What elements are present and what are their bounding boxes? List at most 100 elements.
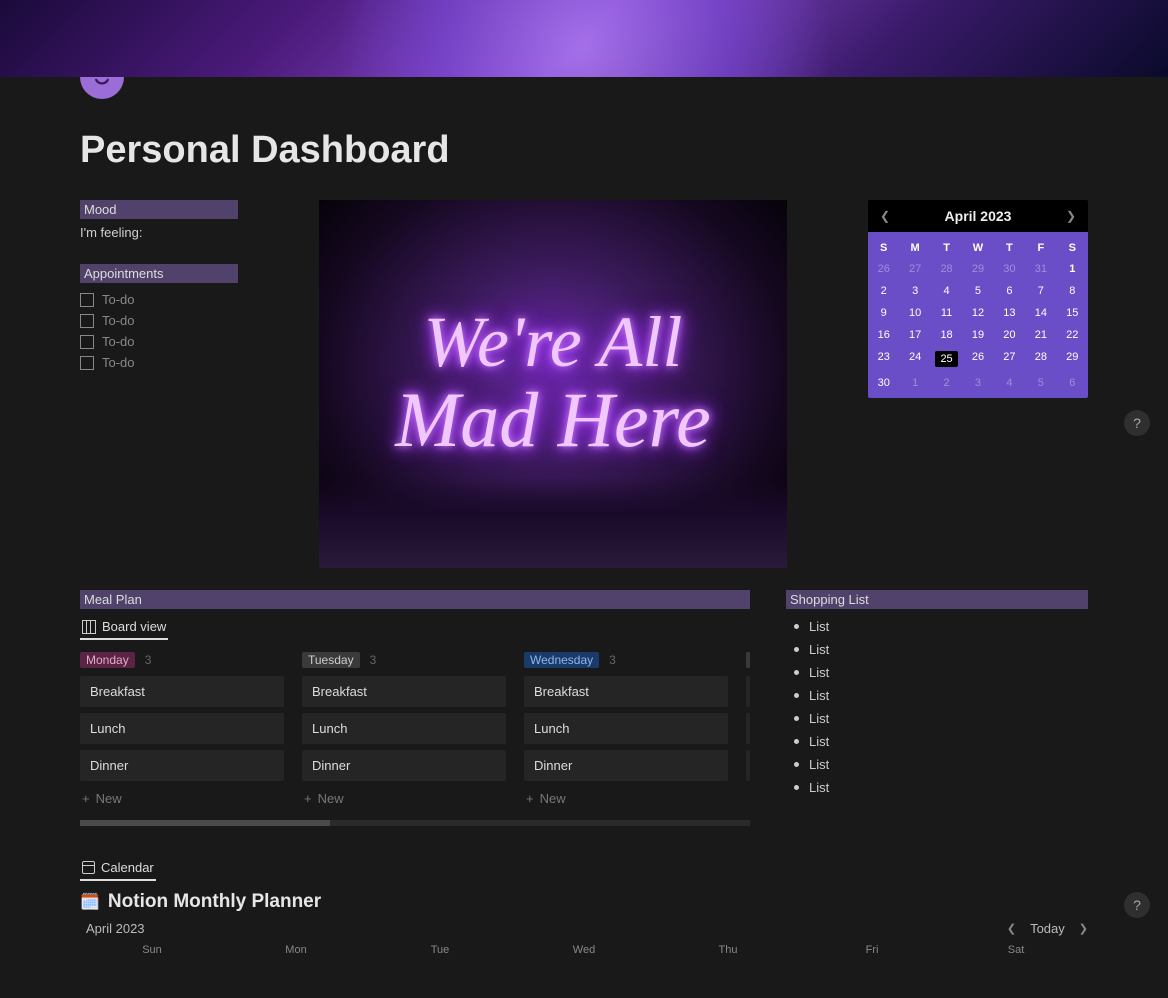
cal-day[interactable]: 30 [994,258,1025,280]
help-button[interactable]: ? [1124,410,1150,436]
todo-item[interactable]: To-do [80,289,238,310]
shopping-item[interactable]: List [786,615,1088,638]
cal-day[interactable]: 26 [868,258,899,280]
checkbox[interactable] [80,356,94,370]
shopping-item[interactable]: List [786,661,1088,684]
board-card[interactable]: Dinner [302,750,506,781]
cal-day[interactable]: 10 [899,302,930,324]
new-card-button[interactable]: +New [524,787,728,810]
page-title[interactable]: Personal Dashboard [80,129,1088,172]
cal-day[interactable]: 2 [868,280,899,302]
board-card[interactable]: Breakfast [302,676,506,707]
board-card[interactable]: Breakfast [80,676,284,707]
cal-day[interactable]: 4 [931,280,962,302]
shopping-item[interactable]: List [786,776,1088,799]
cal-day[interactable]: 22 [1057,324,1088,346]
new-card-button[interactable]: +New [80,787,284,810]
board-view-tab[interactable]: Board view [80,615,168,640]
cal-prev-button[interactable]: ❮ [880,209,890,223]
todo-item[interactable]: To-do [80,310,238,331]
cal-dow: T [931,238,962,258]
checkbox[interactable] [80,293,94,307]
cal-day[interactable]: 30 [868,372,899,394]
cal-day[interactable]: 29 [962,258,993,280]
board-column: Wednesday3BreakfastLunchDinner+New [524,652,728,810]
cal-day[interactable]: 2 [931,372,962,394]
column-count: 3 [145,653,152,667]
appointments-heading: Appointments [80,264,238,283]
cal-day[interactable]: 23 [868,346,899,372]
shopping-item[interactable]: List [786,638,1088,661]
column-tag[interactable]: Monday [80,652,135,668]
bullet-icon [794,762,799,767]
cal-day[interactable]: 24 [899,346,930,372]
board-scrollbar[interactable] [80,820,750,826]
board-card[interactable]: Breakfast [524,676,728,707]
cal-day[interactable]: 27 [899,258,930,280]
cal-day[interactable]: 5 [1025,372,1056,394]
new-card-button[interactable]: +New [302,787,506,810]
cal-day[interactable]: 18 [931,324,962,346]
board-view-label: Board view [102,619,166,634]
board-card[interactable]: Lunch [302,713,506,744]
cal-day[interactable]: 3 [962,372,993,394]
cal-day[interactable]: 6 [1057,372,1088,394]
planner-title[interactable]: Notion Monthly Planner [108,891,321,913]
cal-day[interactable]: 16 [868,324,899,346]
cal-day[interactable]: 1 [1057,258,1088,280]
cal-day[interactable]: 13 [994,302,1025,324]
cal-day[interactable]: 8 [1057,280,1088,302]
cal-day[interactable]: 7 [1025,280,1056,302]
board-card[interactable]: Dinner [80,750,284,781]
cal-day[interactable]: 28 [931,258,962,280]
todo-item[interactable]: To-do [80,352,238,373]
help-button[interactable]: ? [1124,892,1150,918]
cal-day[interactable]: 21 [1025,324,1056,346]
bullet-icon [794,624,799,629]
board-card[interactable]: Lunch [524,713,728,744]
cal-day[interactable]: 6 [994,280,1025,302]
planner-prev-button[interactable]: ❮ [1007,922,1016,935]
cal-day[interactable]: 9 [868,302,899,324]
cal-day[interactable]: 4 [994,372,1025,394]
cal-day[interactable]: 15 [1057,302,1088,324]
cal-day[interactable]: 5 [962,280,993,302]
board-card[interactable]: Dinner [524,750,728,781]
cal-day[interactable]: 27 [994,346,1025,372]
shopping-item[interactable]: List [786,753,1088,776]
cal-day[interactable]: 26 [962,346,993,372]
cal-next-button[interactable]: ❯ [1066,209,1076,223]
plus-icon: + [304,791,312,806]
today-button[interactable]: Today [1030,921,1065,936]
cal-day[interactable]: 31 [1025,258,1056,280]
planner-dow: Tue [368,942,512,958]
cal-dow: S [868,238,899,258]
shopping-item[interactable]: List [786,730,1088,753]
todo-label: To-do [102,334,135,349]
todo-item[interactable]: To-do [80,331,238,352]
cal-day[interactable]: 14 [1025,302,1056,324]
cal-day[interactable]: 11 [931,302,962,324]
shopping-item[interactable]: List [786,684,1088,707]
mood-text[interactable]: I'm feeling: [80,225,238,240]
shopping-item[interactable]: List [786,707,1088,730]
cal-day[interactable]: 28 [1025,346,1056,372]
cal-day[interactable]: 17 [899,324,930,346]
cal-day[interactable]: 1 [899,372,930,394]
planner-next-button[interactable]: ❯ [1079,922,1088,935]
board-card[interactable]: Lunch [80,713,284,744]
calendar-view-tab[interactable]: Calendar [80,856,156,881]
column-tag[interactable]: Tuesday [302,652,360,668]
cal-day[interactable]: 25 [931,346,962,372]
cal-day[interactable]: 19 [962,324,993,346]
column-tag[interactable]: Wednesday [524,652,599,668]
cal-day[interactable]: 3 [899,280,930,302]
bullet-icon [794,647,799,652]
cal-day[interactable]: 29 [1057,346,1088,372]
cal-day[interactable]: 12 [962,302,993,324]
checkbox[interactable] [80,314,94,328]
checkbox[interactable] [80,335,94,349]
cal-day[interactable]: 20 [994,324,1025,346]
plus-icon: + [526,791,534,806]
shopping-heading: Shopping List [786,590,1088,609]
